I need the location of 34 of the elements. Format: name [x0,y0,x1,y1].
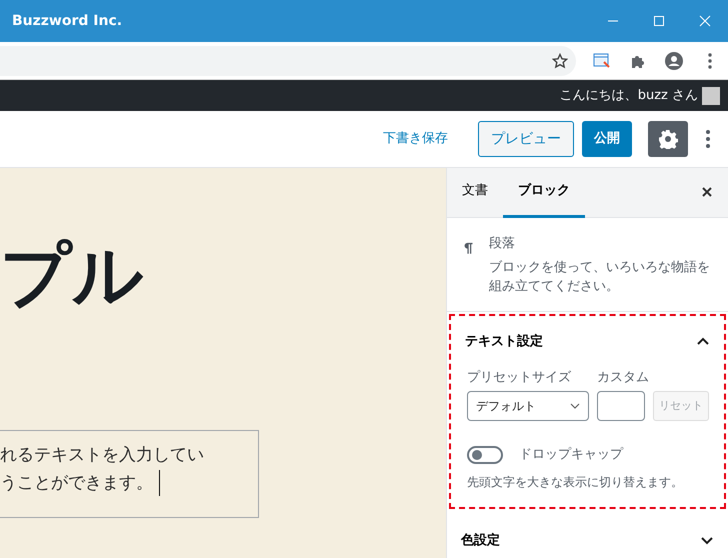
star-icon[interactable] [552,52,568,68]
help-text: 先頭文字を大きな表示に切り替えます。 [467,474,684,490]
text-cursor [159,470,160,496]
profile-icon[interactable] [664,50,684,70]
paragraph-text: うことができます。 [0,473,153,493]
more-icon[interactable] [708,52,712,68]
paragraph-text: れるテキストを入力してい [0,445,204,465]
block-name: 段落 [489,235,516,253]
paragraph-block[interactable]: れるテキストを入力してい うことができます。 [0,430,259,518]
chevron-icon [696,336,710,347]
sidebar-tab[interactable]: 文書 [447,168,503,218]
save-draft-button[interactable]: 下書き保存 [377,128,454,150]
block-description: ブロックを使って、いろいろな物語を組み立ててください。 [489,258,712,296]
toggle-switch[interactable] [467,446,503,464]
window-extension-icon[interactable] [593,52,611,68]
settings-button[interactable] [648,121,688,157]
greeting-text[interactable]: こんにちは、buzz さん [560,86,698,106]
options-icon[interactable] [706,130,710,148]
field-label: カスタム [597,368,650,386]
window-title: Buzzword Inc. [11,12,122,30]
panel-toggle[interactable]: 色設定 [447,514,728,558]
avatar-icon[interactable] [702,86,720,104]
preview-button[interactable]: プレビュー [478,121,574,157]
preset-size-select[interactable]: デフォルト [467,391,589,421]
settings-icon [658,129,678,149]
dropdown-caret-icon [570,403,580,409]
toggle-label: ドロップキャップ [519,446,623,464]
field-label: プリセットサイズ [467,368,572,386]
custom-size-input[interactable] [597,391,645,421]
sidebar-tab[interactable]: ブロック [503,168,585,218]
chevron-icon [700,535,714,546]
publish-button[interactable]: 公開 [582,121,632,157]
post-title[interactable]: プル [0,234,144,316]
panel-toggle[interactable]: テキスト設定 [451,316,724,368]
